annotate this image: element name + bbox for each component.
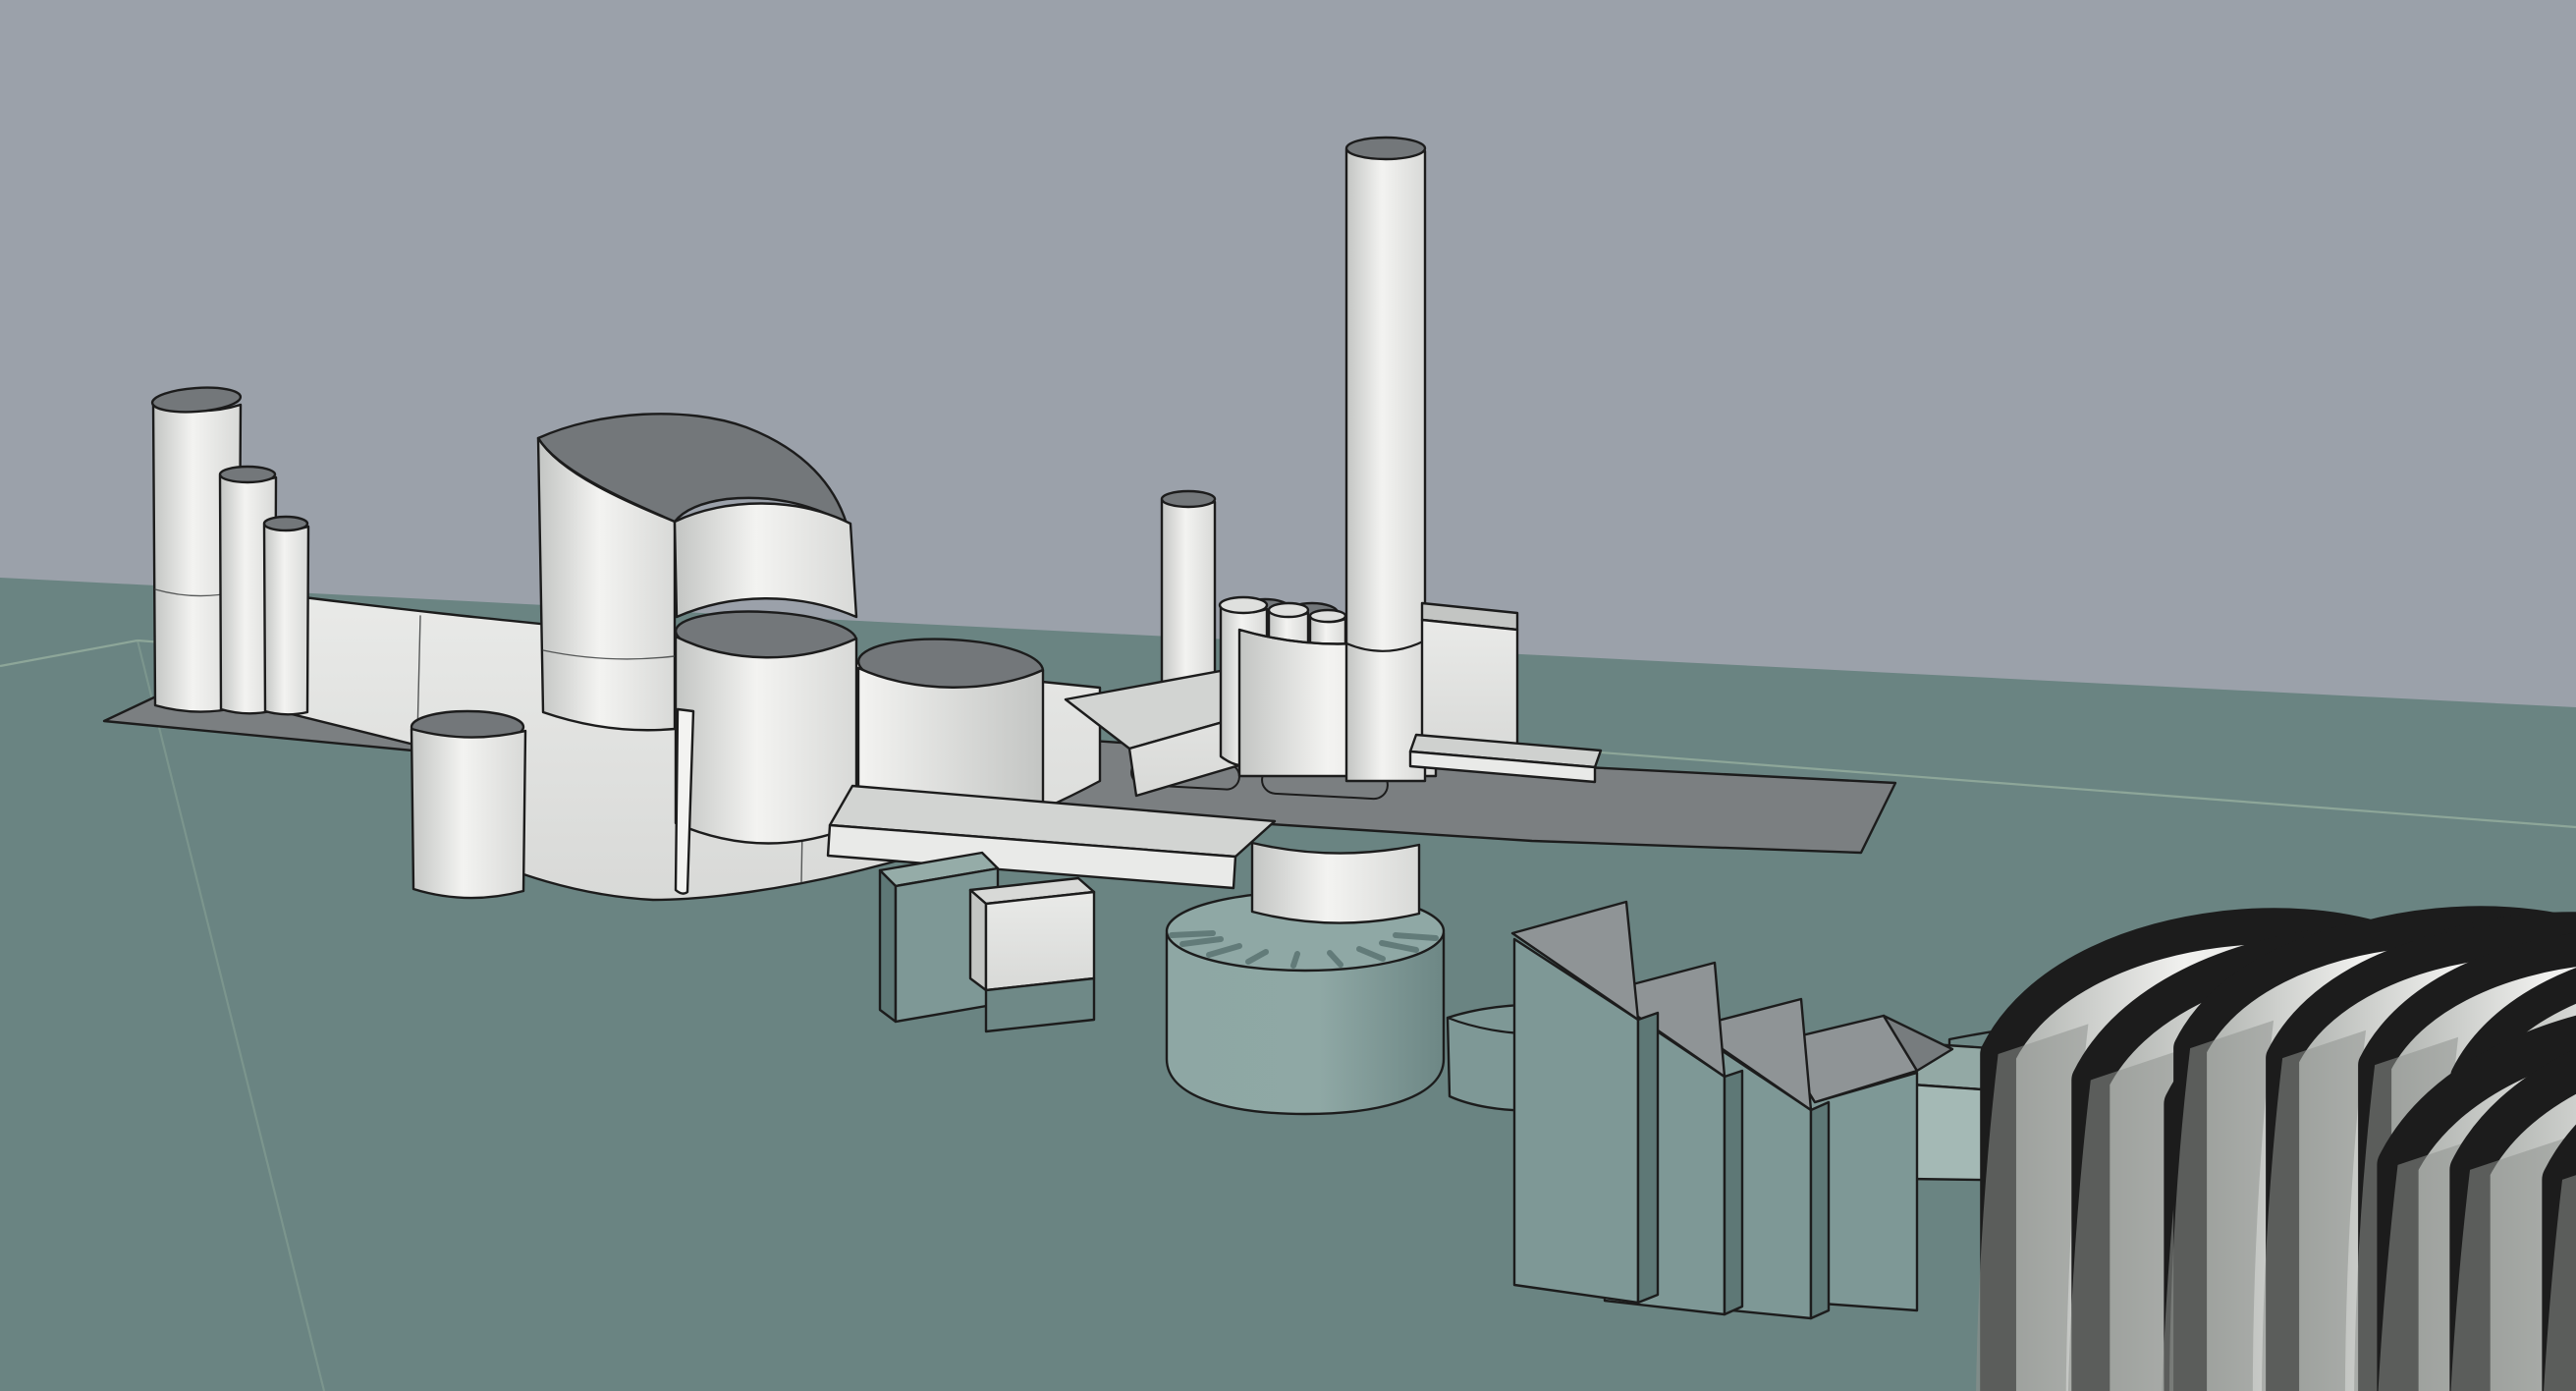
trio-small-wall[interactable] — [264, 525, 308, 714]
prism-side[interactable] — [1638, 1013, 1658, 1303]
cylinder-wall[interactable] — [676, 637, 856, 844]
thin-cylinder[interactable]: Slender cylinder — [1162, 491, 1215, 688]
drum-core-cylinder[interactable] — [1252, 843, 1419, 923]
chimney-top[interactable] — [1346, 138, 1425, 159]
thin-cylinder-wall[interactable] — [1162, 500, 1215, 688]
white-box-front[interactable] — [986, 892, 1094, 990]
cylinder-wall[interactable] — [411, 729, 525, 898]
thin-cylinder-top[interactable] — [1162, 491, 1215, 507]
trio-small-top[interactable] — [264, 517, 307, 530]
white-box-side[interactable] — [970, 890, 986, 990]
prism-side[interactable] — [1725, 1071, 1742, 1314]
prism-side[interactable] — [1811, 1102, 1829, 1318]
bundle-lobe-top — [1310, 610, 1345, 622]
bundle-lobe-top — [1269, 603, 1308, 617]
chimney-wall[interactable] — [1346, 149, 1425, 781]
teal-box-side[interactable] — [880, 870, 896, 1022]
bundle-lobe-top — [1220, 597, 1267, 613]
chimney-tower[interactable]: Tall chimney cylinder — [1346, 138, 1425, 781]
teal-boxes[interactable]: Service boxes — [880, 853, 1094, 1031]
modeling-viewport[interactable]: Ground plane Drawing axes Curved ramp wa… — [0, 0, 2576, 1391]
scene-canvas[interactable]: Ground plane Drawing axes Curved ramp wa… — [0, 0, 2576, 1391]
trio-mid-top[interactable] — [220, 467, 275, 482]
